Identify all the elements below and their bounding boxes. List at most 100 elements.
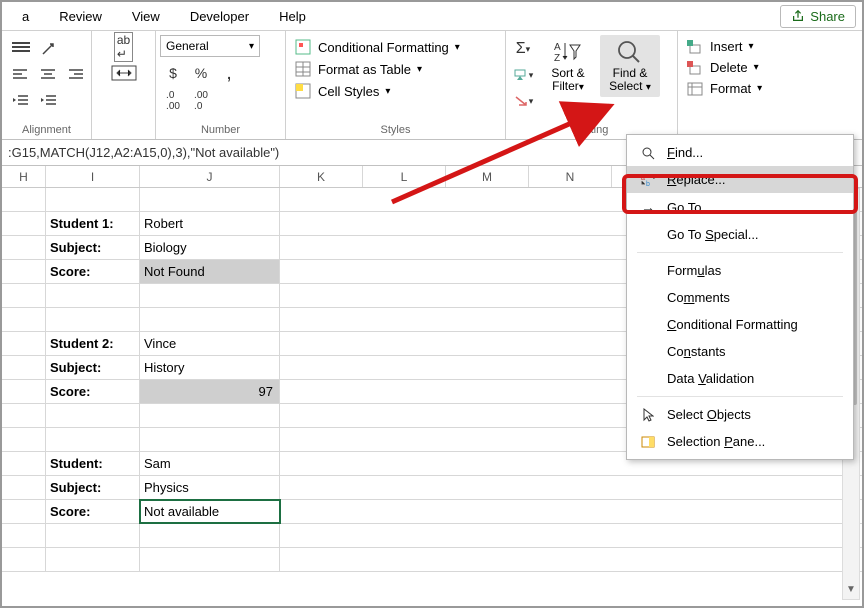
active-cell[interactable]: Not available — [140, 500, 280, 523]
merge-center-icon[interactable] — [108, 61, 140, 85]
wrap-text-icon[interactable]: ab↵ — [108, 35, 140, 59]
autosum-icon[interactable]: Σ▾ — [510, 37, 536, 61]
align-left-icon[interactable] — [8, 63, 34, 87]
find-menu-item[interactable]: Find... — [627, 139, 853, 166]
menu-view[interactable]: View — [118, 6, 174, 27]
chevron-down-icon: ▾ — [385, 86, 390, 97]
separator — [637, 396, 843, 397]
cell-value[interactable]: 97 — [140, 380, 280, 403]
scroll-down-icon[interactable]: ▼ — [843, 584, 859, 598]
number-format-select[interactable]: General ▾ — [160, 35, 260, 57]
cell-styles-button[interactable]: Cell Styles ▾ — [290, 81, 394, 101]
format-button[interactable]: Format ▾ — [682, 79, 766, 98]
insert-label: Insert — [710, 39, 743, 54]
align-center-icon[interactable] — [36, 63, 62, 87]
formulas-menu-item[interactable]: Formulas — [627, 257, 853, 284]
percent-icon[interactable]: % — [188, 61, 214, 85]
cell-label[interactable]: Student: — [46, 452, 140, 475]
cell-value[interactable]: Sam — [140, 452, 280, 475]
decrease-indent-icon[interactable] — [8, 89, 34, 113]
cell-label[interactable]: Student 1: — [46, 212, 140, 235]
cursor-icon — [639, 408, 657, 422]
col-n[interactable]: N — [529, 166, 612, 187]
svg-text:b: b — [646, 181, 650, 187]
chevron-down-icon: ▾ — [749, 41, 754, 52]
find-select-label: Find & Select — [609, 66, 647, 93]
cell-label[interactable]: Subject: — [46, 356, 140, 379]
goto-label: Go To... — [667, 200, 712, 215]
constants-menu-item[interactable]: Constants — [627, 338, 853, 365]
selection-pane-menu-item[interactable]: Selection Pane... — [627, 428, 853, 455]
col-h[interactable]: H — [2, 166, 46, 187]
pane-icon — [639, 436, 657, 448]
col-l[interactable]: L — [363, 166, 446, 187]
cell-value[interactable]: Biology — [140, 236, 280, 259]
col-i[interactable]: I — [46, 166, 140, 187]
find-select-button[interactable]: Find & Select ▾ — [600, 35, 660, 97]
datavalidation-menu-item[interactable]: Data Validation — [627, 365, 853, 392]
chevron-down-icon: ▾ — [417, 64, 422, 75]
comments-label: Comments — [667, 290, 730, 305]
cell-label[interactable]: Subject: — [46, 236, 140, 259]
formulas-label: Formulas — [667, 263, 721, 278]
share-label: Share — [810, 9, 845, 24]
sort-filter-button[interactable]: AZ Sort & Filter▾ — [540, 35, 596, 97]
svg-text:Z: Z — [554, 53, 560, 64]
share-button[interactable]: Share — [780, 5, 856, 28]
cond-format-label: Conditional Formatting — [318, 40, 449, 55]
replace-menu-item[interactable]: ab Replace... — [627, 166, 853, 193]
format-table-label: Format as Table — [318, 62, 411, 77]
condfmt-menu-item[interactable]: Conditional Formatting — [627, 311, 853, 338]
goto-menu-item[interactable]: → Go To... — [627, 193, 853, 221]
cond-format-icon — [294, 39, 312, 55]
menu-developer[interactable]: Developer — [176, 6, 263, 27]
fill-icon[interactable]: ▾ — [510, 63, 536, 87]
menu-item[interactable]: a — [8, 6, 43, 27]
increase-indent-icon[interactable] — [36, 89, 62, 113]
format-icon — [686, 82, 704, 96]
align-left-big-icon[interactable] — [8, 37, 34, 61]
orientation-icon[interactable] — [36, 37, 62, 61]
menu-help[interactable]: Help — [265, 6, 320, 27]
goto-special-menu-item[interactable]: Go To Special... — [627, 221, 853, 248]
insert-button[interactable]: Insert ▾ — [682, 37, 758, 56]
cell-label[interactable]: Student 2: — [46, 332, 140, 355]
group-label-styles: Styles — [290, 124, 501, 137]
format-as-table-button[interactable]: Format as Table ▾ — [290, 59, 426, 79]
col-m[interactable]: M — [446, 166, 529, 187]
cell-label[interactable]: Score: — [46, 260, 140, 283]
decrease-decimal-icon[interactable]: .00.0 — [188, 89, 214, 113]
svg-text:a: a — [641, 175, 645, 182]
cell-styles-label: Cell Styles — [318, 84, 379, 99]
select-objects-menu-item[interactable]: Select Objects — [627, 401, 853, 428]
sort-filter-icon: AZ — [554, 39, 582, 65]
conditional-formatting-button[interactable]: Conditional Formatting ▾ — [290, 37, 464, 57]
svg-text:A: A — [554, 42, 561, 53]
cell-value[interactable]: Vince — [140, 332, 280, 355]
cell-value[interactable]: Not Found — [140, 260, 280, 283]
col-k[interactable]: K — [280, 166, 363, 187]
constants-label: Constants — [667, 344, 726, 359]
condfmt-label: Conditional Formatting — [667, 317, 798, 332]
cell-styles-icon — [294, 83, 312, 99]
table-icon — [294, 61, 312, 77]
increase-decimal-icon[interactable]: .0.00 — [160, 89, 186, 113]
formula-bar-content: :G15,MATCH(J12,A2:A15,0),3),"Not availab… — [8, 145, 279, 160]
clear-icon[interactable]: ▾ — [510, 89, 536, 113]
currency-icon[interactable]: $ — [160, 61, 186, 85]
find-select-dropdown: Find... ab Replace... → Go To... Go To S… — [626, 134, 854, 460]
cell-label[interactable]: Score: — [46, 380, 140, 403]
align-right-icon[interactable] — [64, 63, 90, 87]
cell-label[interactable]: Score: — [46, 500, 140, 523]
cell-value[interactable]: Physics — [140, 476, 280, 499]
cell-label[interactable]: Subject: — [46, 476, 140, 499]
cell-value[interactable]: History — [140, 356, 280, 379]
comma-icon[interactable]: , — [216, 61, 242, 85]
arrow-right-icon: → — [639, 199, 657, 215]
comments-menu-item[interactable]: Comments — [627, 284, 853, 311]
menu-review[interactable]: Review — [45, 6, 116, 27]
cell-value[interactable]: Robert — [140, 212, 280, 235]
col-j[interactable]: J — [140, 166, 280, 187]
delete-button[interactable]: Delete ▾ — [682, 58, 763, 77]
magnify-icon — [616, 39, 644, 65]
